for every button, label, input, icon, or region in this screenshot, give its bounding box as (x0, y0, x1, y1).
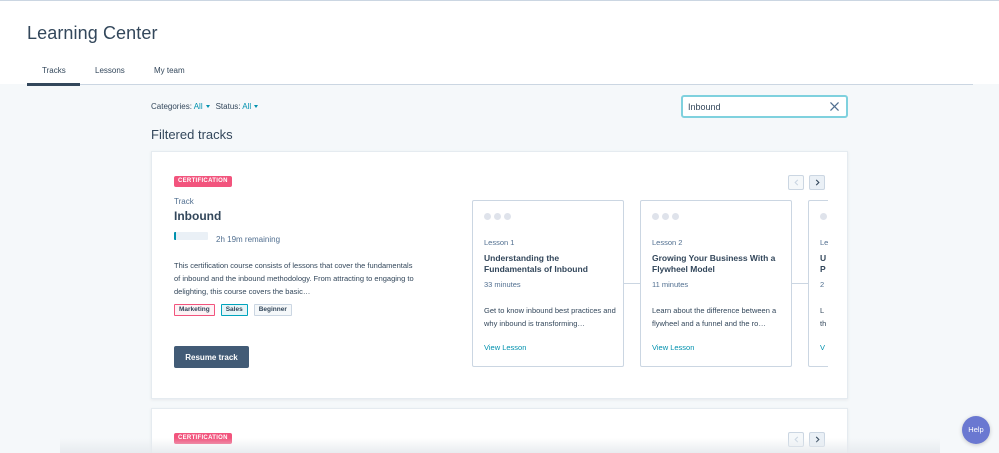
carousel-next-button[interactable] (809, 175, 825, 190)
loading-dots-icon (652, 213, 679, 220)
lesson-duration: 2 (820, 280, 825, 289)
lesson-description: Learn about the difference between a fly… (652, 306, 777, 328)
lesson-carousel: Lesson 1 Understanding the Fundamentals … (472, 200, 828, 368)
search-box (681, 95, 848, 118)
view-lesson-link[interactable]: View Lesson (652, 343, 694, 352)
lesson-duration: 11 minutes (652, 280, 689, 289)
tag-list: Marketing Sales Beginner (174, 304, 292, 316)
track-title: Inbound (174, 209, 222, 223)
lesson-card[interactable]: Le U P 2 L th V (808, 200, 828, 367)
tag-sales: Sales (220, 304, 248, 316)
lesson-number: Lesson 2 (652, 238, 683, 247)
certification-badge: CERTIFICATION (174, 176, 232, 187)
chevron-right-icon (815, 179, 820, 186)
tab-lessons[interactable]: Lessons (95, 66, 125, 75)
track-description: This certification course consists of le… (174, 261, 414, 296)
track-kicker: Track (174, 197, 194, 206)
close-icon[interactable] (829, 101, 840, 112)
certification-badge: CERTIFICATION (174, 433, 232, 444)
categories-filter-label: Categories: (151, 102, 192, 111)
categories-filter-value: All (193, 102, 203, 111)
help-button[interactable]: Help (962, 416, 990, 444)
view-lesson-link[interactable]: V (820, 343, 825, 352)
chevron-left-icon (793, 436, 798, 443)
lesson-duration: 33 minutes (484, 280, 521, 289)
page-title: Learning Center (27, 23, 158, 43)
carousel-prev-button[interactable] (788, 175, 804, 190)
carousel-next-button[interactable] (809, 432, 825, 447)
tab-bar: Tracks Lessons My team (27, 61, 973, 86)
status-filter-value: All (242, 102, 252, 111)
lesson-number: Le (820, 238, 828, 247)
tag-marketing: Marketing (174, 304, 215, 316)
view-lesson-link[interactable]: View Lesson (484, 343, 526, 352)
tag-beginner: Beginner (253, 304, 292, 316)
top-header: Learning Center Tracks Lessons My team (0, 0, 999, 86)
tab-tracks[interactable]: Tracks (42, 66, 66, 75)
lesson-card[interactable]: Lesson 1 Understanding the Fundamentals … (472, 200, 624, 367)
section-title: Filtered tracks (151, 127, 233, 142)
track-card: CERTIFICATION (151, 408, 848, 453)
tab-my-team[interactable]: My team (154, 66, 185, 75)
search-input[interactable] (688, 100, 823, 114)
loading-dots-icon (820, 213, 828, 220)
lesson-title: Growing Your Business With a Flywheel Mo… (652, 253, 776, 274)
filter-bar: Categories: All Status: All (151, 102, 259, 111)
chevron-down-icon (254, 105, 259, 109)
chevron-left-icon (793, 179, 798, 186)
status-filter[interactable]: Status: All (216, 102, 259, 111)
progress-bar (174, 232, 208, 240)
active-tab-indicator (27, 83, 80, 86)
time-remaining: 2h 19m remaining (216, 235, 281, 244)
carousel-prev-button[interactable] (788, 432, 804, 447)
status-filter-label: Status: (215, 102, 241, 111)
lesson-description: Get to know inbound best practices and w… (484, 306, 616, 328)
lesson-description: L th (820, 306, 827, 328)
lesson-card[interactable]: Lesson 2 Growing Your Business With a Fl… (640, 200, 792, 367)
lesson-title: U P (820, 253, 827, 274)
track-card: CERTIFICATION Track Inbound 2h 19m remai… (151, 151, 848, 399)
categories-filter[interactable]: Categories: All (151, 102, 210, 111)
resume-track-button[interactable]: Resume track (174, 346, 249, 368)
progress-fill (174, 232, 176, 240)
chevron-right-icon (815, 436, 820, 443)
loading-dots-icon (484, 213, 511, 220)
lesson-number: Lesson 1 (484, 238, 515, 247)
lesson-title: Understanding the Fundamentals of Inboun… (484, 253, 588, 274)
chevron-down-icon (205, 105, 210, 109)
